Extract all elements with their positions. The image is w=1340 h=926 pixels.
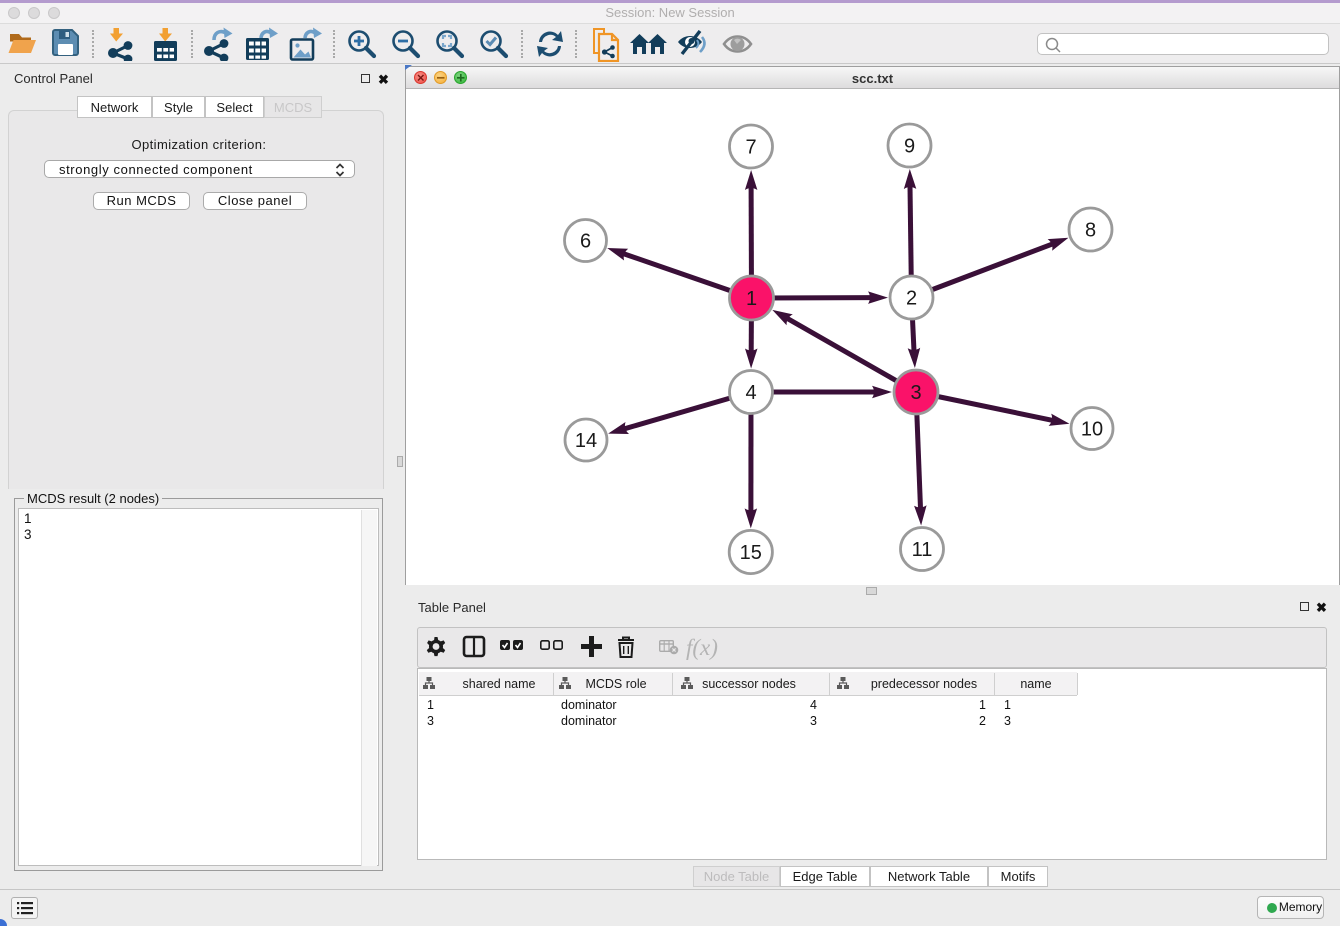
svg-text:dominator: dominator <box>561 698 617 712</box>
svg-text:1: 1 <box>427 698 434 712</box>
svg-text:6: 6 <box>580 231 591 253</box>
svg-text:8: 8 <box>1085 220 1096 242</box>
svg-text:15: 15 <box>740 542 762 564</box>
svg-text:successor nodes: successor nodes <box>702 677 796 691</box>
svg-text:1: 1 <box>979 698 986 712</box>
svg-text:3: 3 <box>427 714 434 728</box>
svg-text:1: 1 <box>1004 698 1011 712</box>
svg-text:4: 4 <box>745 382 756 404</box>
svg-text:14: 14 <box>575 430 597 452</box>
svg-text:3: 3 <box>810 714 817 728</box>
svg-text:2: 2 <box>979 714 986 728</box>
svg-text:3: 3 <box>910 382 921 404</box>
svg-text:1: 1 <box>746 288 757 310</box>
svg-text:shared name: shared name <box>463 677 536 691</box>
svg-text:9: 9 <box>904 136 915 158</box>
svg-text:2: 2 <box>906 288 917 310</box>
svg-text:dominator: dominator <box>561 714 617 728</box>
svg-text:MCDS role: MCDS role <box>585 677 646 691</box>
svg-text:f(x): f(x) <box>686 635 718 660</box>
svg-text:name: name <box>1020 677 1051 691</box>
svg-text:4: 4 <box>810 698 817 712</box>
svg-text:predecessor nodes: predecessor nodes <box>871 677 977 691</box>
svg-text:11: 11 <box>912 539 933 561</box>
svg-text:3: 3 <box>1004 714 1011 728</box>
svg-text:10: 10 <box>1081 419 1103 441</box>
svg-text:7: 7 <box>745 137 756 159</box>
